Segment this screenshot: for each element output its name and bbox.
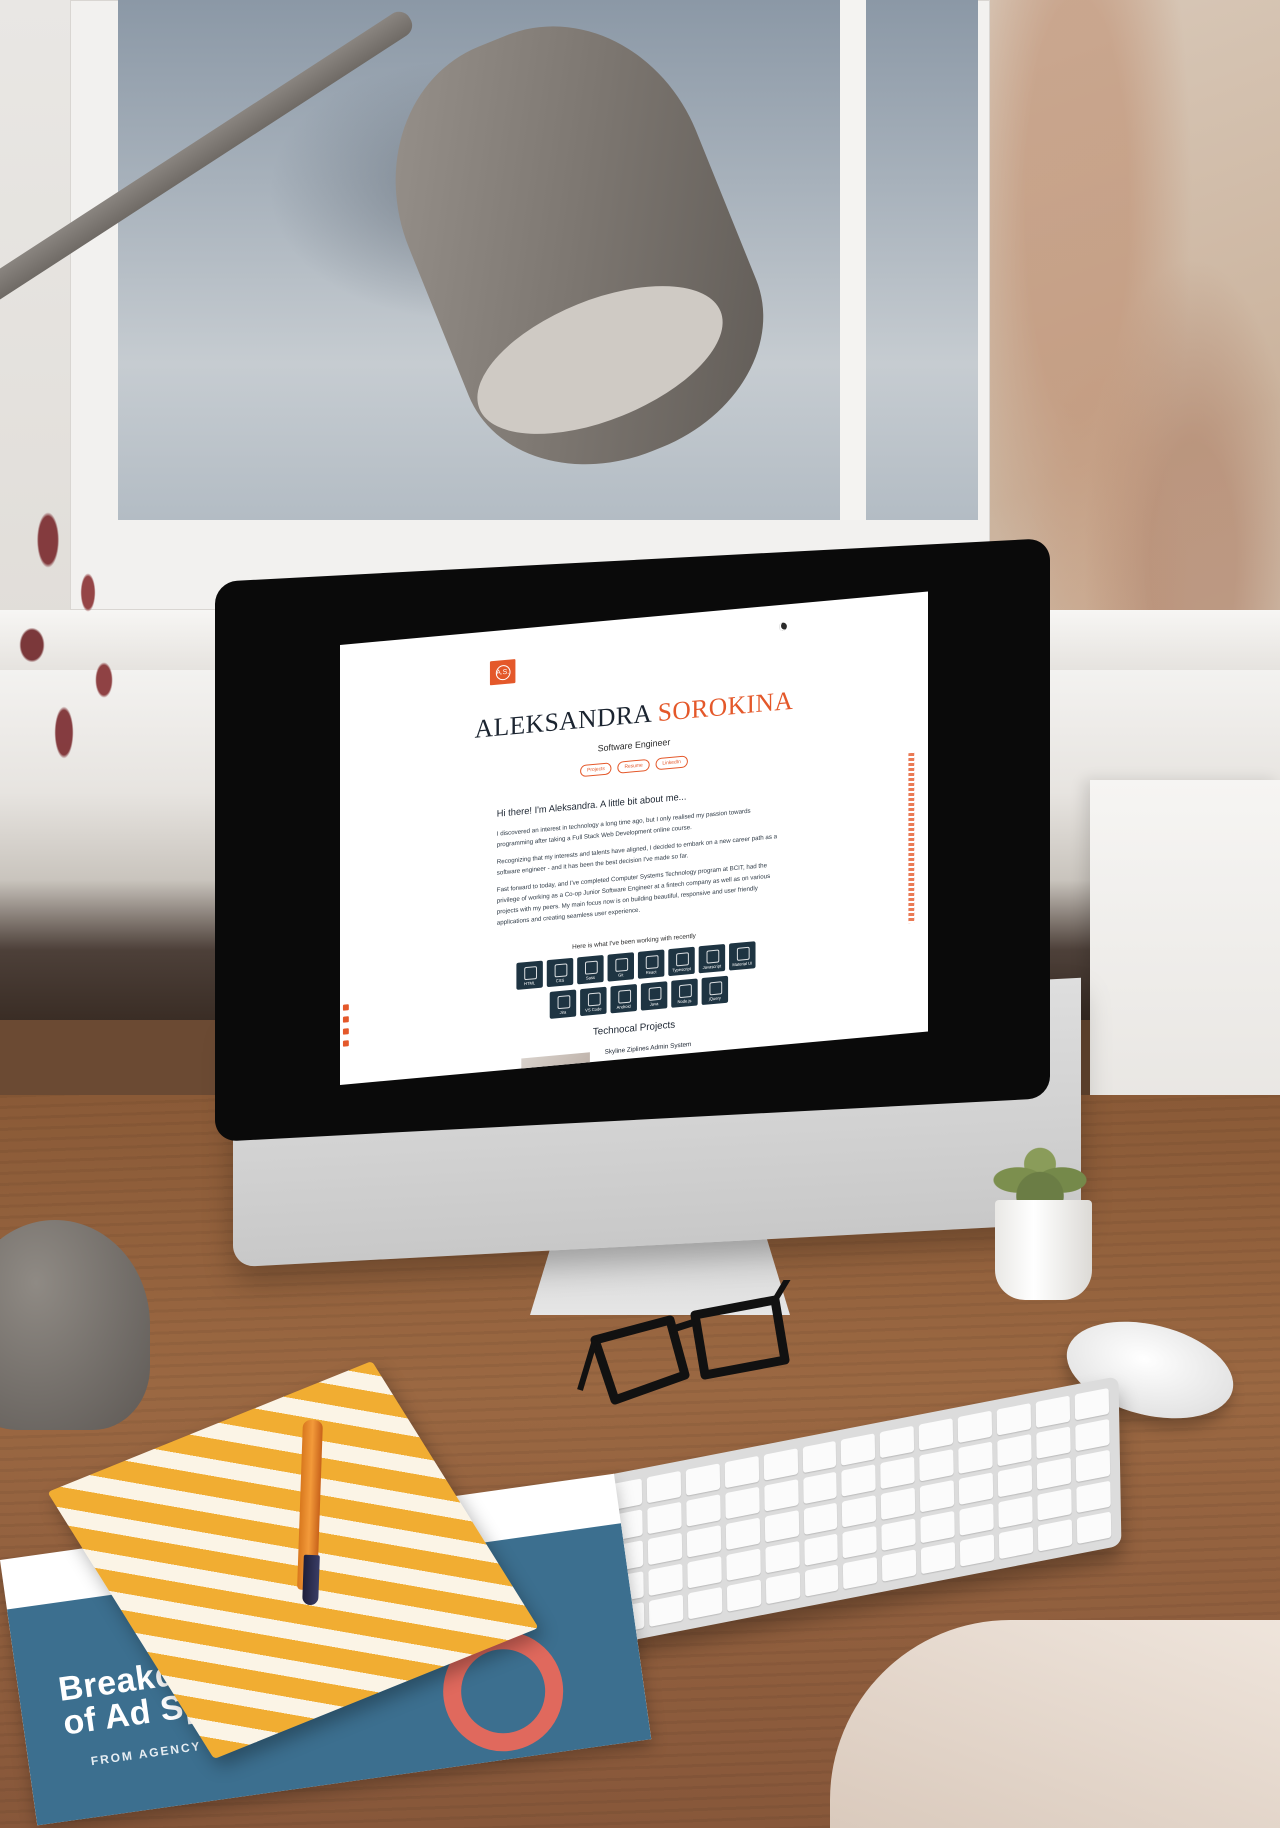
keyboard-key <box>764 1540 800 1574</box>
keyboard-key <box>647 1532 683 1566</box>
keyboard-key <box>1076 1511 1112 1545</box>
keyboard-key <box>842 1494 877 1528</box>
skill-tile: Sass <box>577 955 604 985</box>
keyboard-key <box>648 1594 684 1627</box>
linkedin-icon[interactable] <box>342 1004 349 1011</box>
keyboard-key <box>724 1486 760 1520</box>
keyboard-key <box>686 1494 721 1527</box>
skill-tile: Git <box>607 952 634 982</box>
last-name: Sorokina <box>657 685 794 728</box>
keyboard-key <box>921 1541 956 1575</box>
keyboard-key <box>880 1456 916 1490</box>
keyboard-key <box>999 1526 1034 1560</box>
nav-linkedin-button[interactable]: LinkedIn <box>655 755 688 771</box>
project-title[interactable]: Skyline Ziplines Admin System <box>605 1041 692 1056</box>
keyboard-key <box>919 1448 954 1482</box>
skill-tile: Android <box>610 983 637 1014</box>
keyboard-key <box>646 1470 681 1504</box>
keyboard-key <box>1076 1480 1111 1514</box>
keyboard-key <box>726 1579 761 1612</box>
email-icon[interactable] <box>342 1016 349 1023</box>
side-email-link[interactable] <box>908 752 915 924</box>
social-links <box>342 1004 349 1047</box>
keyboard-key <box>997 1433 1032 1467</box>
keyboard-key <box>802 1440 837 1474</box>
keyboard-key <box>998 1495 1033 1529</box>
keyboard-key <box>959 1503 994 1536</box>
skill-tile: Jira <box>549 989 577 1019</box>
keyboard-key <box>763 1448 798 1481</box>
skill-tile: Node.js <box>671 978 698 1008</box>
keyboard-key <box>1075 1418 1110 1452</box>
skill-tile: CSS <box>546 957 574 988</box>
portfolio-website: A.S. Aleksandra Sorokina Software Engine… <box>340 591 928 1085</box>
keyboard-key <box>686 1525 721 1558</box>
github-icon[interactable] <box>342 1028 349 1035</box>
keyboard-key <box>996 1403 1032 1436</box>
skill-tile: jQuery <box>701 975 729 1006</box>
keyboard-key <box>880 1425 915 1459</box>
keyboard-key <box>648 1563 683 1597</box>
keyboard-key <box>882 1549 917 1582</box>
keyboard-key <box>724 1455 759 1489</box>
keyboard-key <box>920 1510 956 1544</box>
keyboard-key <box>957 1410 993 1444</box>
skill-tile: React <box>637 949 665 979</box>
resume-icon[interactable] <box>342 1040 349 1047</box>
keyboard-key <box>764 1510 799 1543</box>
keyboard-key <box>765 1571 800 1605</box>
keyboard-key <box>1035 1395 1071 1428</box>
keyboard-key <box>803 1502 838 1536</box>
window-mullion <box>840 0 866 520</box>
keyboard-key <box>920 1479 955 1513</box>
keyboard-key <box>881 1487 916 1520</box>
keyboard-key <box>763 1479 799 1512</box>
logo-text: A.S. <box>495 664 511 681</box>
keyboard-key <box>685 1463 720 1496</box>
skill-tile: Typescript <box>668 946 695 977</box>
keyboard-key <box>804 1564 839 1597</box>
keyboard-key <box>1075 1449 1111 1483</box>
keyboard-key <box>843 1556 878 1590</box>
keyboard-key <box>997 1464 1033 1498</box>
keyboard-key <box>841 1464 877 1497</box>
keyboard-key <box>919 1418 954 1451</box>
skill-tile: HTML <box>516 960 543 990</box>
keyboard-key <box>687 1556 722 1589</box>
eyeglasses <box>577 1280 791 1405</box>
keyboard-key <box>960 1534 995 1567</box>
keyboard-key <box>1037 1488 1072 1521</box>
keyboard-key <box>687 1586 723 1620</box>
keyboard-key <box>881 1518 917 1551</box>
nav-projects-button[interactable]: Projects <box>580 762 612 778</box>
keyboard-key <box>841 1433 876 1466</box>
sill-plant <box>0 470 160 820</box>
first-name: Aleksandra <box>474 698 651 744</box>
keyboard-key <box>725 1517 760 1551</box>
keyboard-key <box>802 1471 838 1505</box>
keyboard-key <box>803 1533 839 1566</box>
site-logo[interactable]: A.S. <box>489 659 516 686</box>
skill-tile: Java <box>640 981 668 1011</box>
skill-tile: Javascript <box>698 943 726 974</box>
keyboard-key <box>647 1501 682 1535</box>
keyboard-key <box>958 1441 993 1474</box>
moon-icon[interactable] <box>779 622 787 632</box>
keyboard-key <box>1074 1387 1110 1421</box>
skill-tile: Material UI <box>729 941 756 971</box>
nav-resume-button[interactable]: Resume <box>617 758 650 774</box>
keyboard-key <box>1037 1519 1073 1552</box>
keyboard-key <box>1036 1426 1071 1459</box>
keyboard-key <box>1036 1457 1072 1490</box>
pen-cap <box>302 1554 320 1606</box>
keyboard-key <box>842 1525 878 1559</box>
plant-pot <box>995 1200 1092 1300</box>
keyboard-key <box>959 1472 994 1505</box>
skill-tile: VS Code <box>580 986 607 1017</box>
keyboard-key <box>726 1548 761 1582</box>
